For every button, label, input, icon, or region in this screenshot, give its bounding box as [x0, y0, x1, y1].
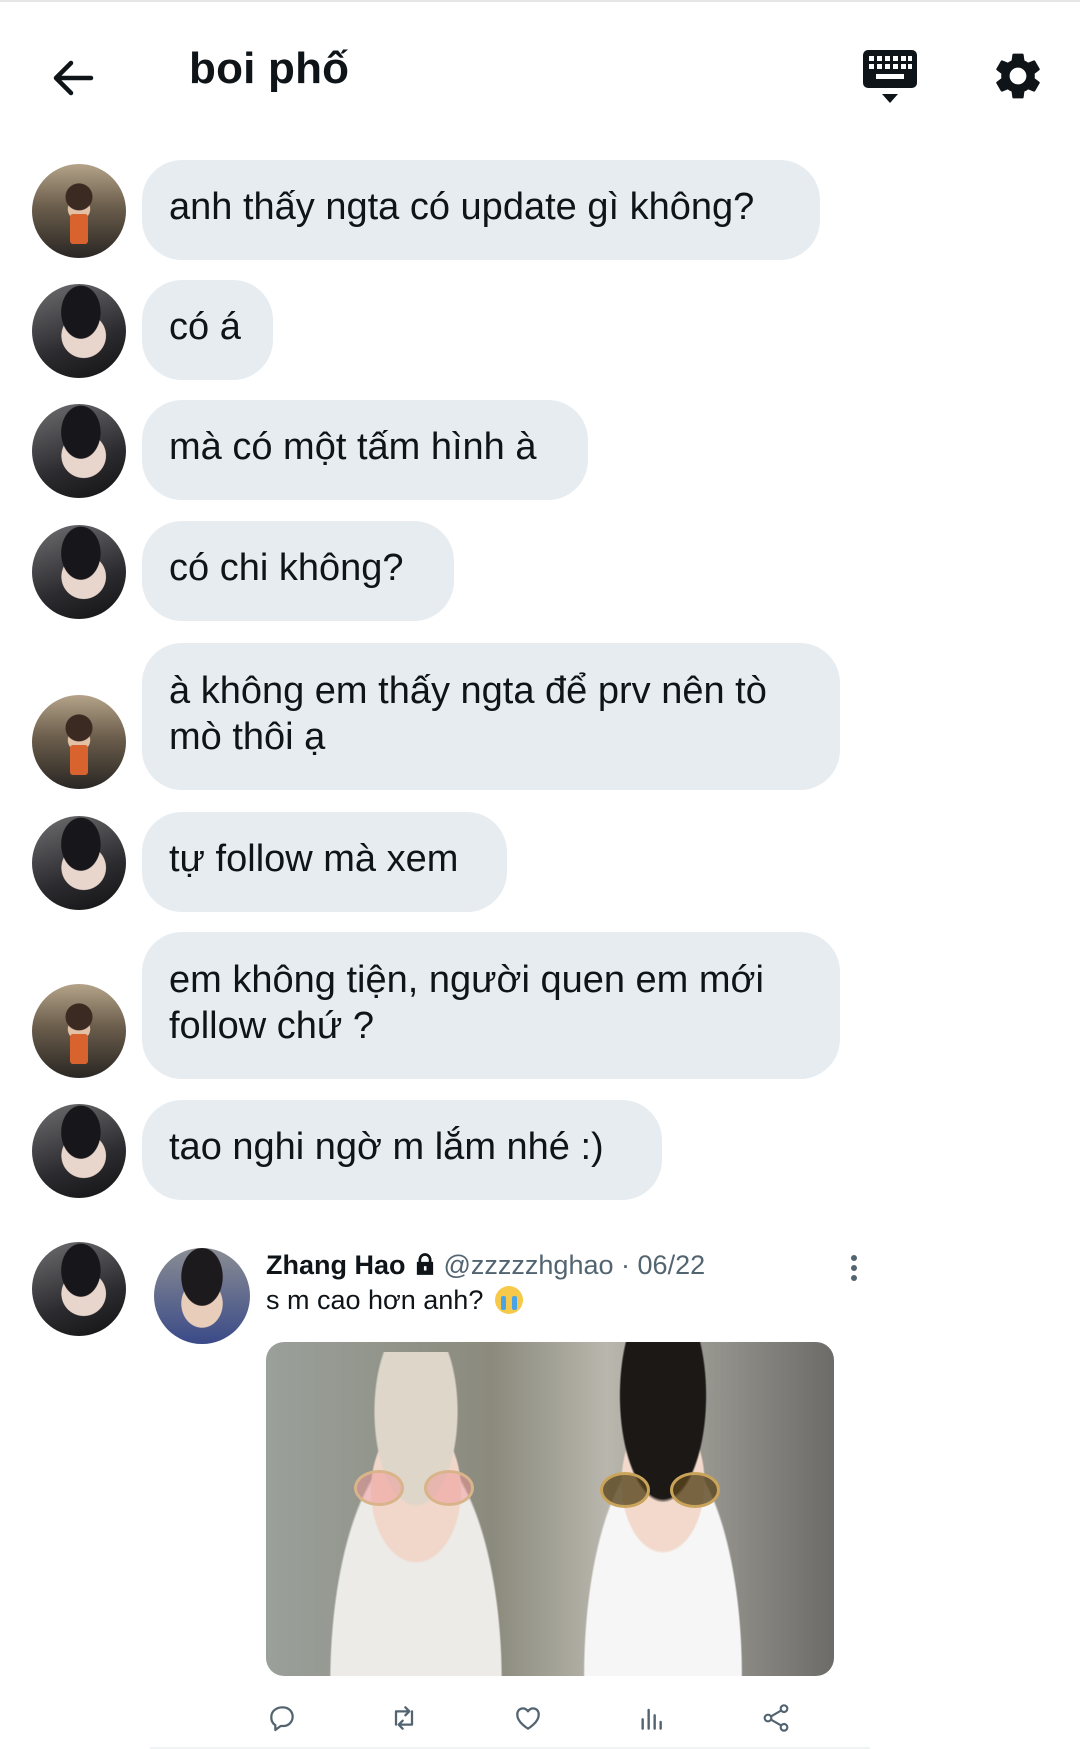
avatar[interactable] — [32, 284, 126, 378]
back-button[interactable] — [45, 50, 101, 106]
like-button[interactable] — [512, 1702, 544, 1734]
avatar[interactable] — [32, 525, 126, 619]
conversation-header: boi phố — [0, 0, 1080, 150]
tweet-actions — [266, 1702, 826, 1738]
tweet-text-content: s m cao hơn anh? — [266, 1285, 484, 1315]
message-bubble[interactable]: có chi không? — [142, 521, 454, 621]
tweet-date: 06/22 — [637, 1250, 706, 1280]
message-row: tự follow mà xem — [0, 812, 1080, 912]
avatar[interactable] — [32, 404, 126, 498]
analytics-icon — [641, 1708, 662, 1730]
photo-person-left — [296, 1352, 536, 1676]
avatar[interactable] — [32, 164, 126, 258]
retweet-icon — [394, 1706, 414, 1730]
lock-icon — [412, 1251, 438, 1284]
tweet-photo[interactable] — [266, 1342, 834, 1676]
like-icon — [516, 1707, 540, 1730]
gear-icon — [996, 53, 1040, 99]
message-bubble[interactable]: anh thấy ngta có update gì không? — [142, 160, 820, 260]
message-row: có chi không? — [0, 521, 1080, 621]
photo-person-right — [548, 1342, 778, 1676]
share-button[interactable] — [760, 1702, 792, 1734]
loudly-crying-face-emoji — [494, 1286, 523, 1314]
shared-tweet[interactable]: Zhang Hao @zzzzzhghao · 06/22 s m cao hơn… — [150, 1242, 880, 1749]
message-row: em không tiện, người quen em mới follow … — [0, 932, 1080, 1079]
page-title: boi phố — [189, 44, 350, 93]
reply-icon — [270, 1706, 294, 1732]
keyboard-icon — [863, 50, 917, 103]
tweet-author-name[interactable]: Zhang Hao — [266, 1250, 406, 1280]
tweet-author-handle[interactable]: @zzzzzhghao — [444, 1250, 614, 1280]
message-bubble[interactable]: mà có một tấm hình à — [142, 400, 588, 500]
tweet-separator: · — [621, 1250, 631, 1280]
message-bubble[interactable]: tự follow mà xem — [142, 812, 507, 912]
tweet-author-avatar[interactable] — [154, 1248, 250, 1344]
tweet-header: Zhang Hao @zzzzzhghao · 06/22 — [266, 1250, 705, 1284]
message-row: mà có một tấm hình à — [0, 400, 1080, 500]
message-bubble[interactable]: em không tiện, người quen em mới follow … — [142, 932, 840, 1079]
glasses-decoration — [600, 1472, 650, 1508]
glasses-decoration — [424, 1470, 474, 1506]
more-options-button[interactable] — [848, 1254, 860, 1282]
arrow-left-icon — [53, 60, 94, 96]
keyboard-button[interactable] — [862, 48, 918, 106]
settings-button[interactable] — [990, 48, 1046, 104]
avatar[interactable] — [32, 816, 126, 910]
retweet-button[interactable] — [388, 1702, 420, 1734]
share-icon — [763, 1704, 789, 1732]
analytics-button[interactable] — [636, 1702, 668, 1734]
reply-button[interactable] — [266, 1702, 298, 1734]
more-vertical-icon — [851, 1255, 857, 1281]
glasses-decoration — [354, 1470, 404, 1506]
message-row: có á — [0, 280, 1080, 380]
message-row: anh thấy ngta có update gì không? — [0, 160, 1080, 260]
avatar[interactable] — [32, 984, 126, 1078]
tweet-text: s m cao hơn anh? — [266, 1285, 523, 1316]
message-bubble[interactable]: có á — [142, 280, 273, 380]
glasses-decoration — [670, 1472, 720, 1508]
avatar[interactable] — [32, 1104, 126, 1198]
message-row: à không em thấy ngta để prv nên tò mò th… — [0, 643, 1080, 790]
message-bubble[interactable]: tao nghi ngờ m lắm nhé :) — [142, 1100, 662, 1200]
avatar[interactable] — [32, 1242, 126, 1336]
message-bubble[interactable]: à không em thấy ngta để prv nên tò mò th… — [142, 643, 840, 790]
avatar[interactable] — [32, 695, 126, 789]
message-row: tao nghi ngờ m lắm nhé :) — [0, 1100, 1080, 1200]
